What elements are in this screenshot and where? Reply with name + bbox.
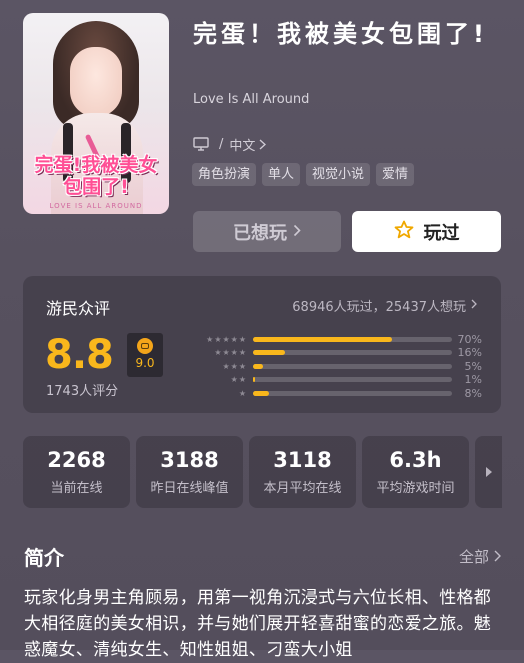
rating-bar-track	[253, 363, 452, 369]
rating-percent: 70%	[457, 333, 482, 346]
genre-tag[interactable]: 视觉小说	[306, 163, 371, 186]
play-triangle-icon	[485, 463, 493, 482]
review-label: 游民众评	[46, 299, 111, 318]
rating-bar-track	[253, 390, 452, 396]
game-title: 完蛋！我被美女包围了!	[193, 20, 488, 48]
metric-card-yesterday-peak[interactable]: 3188 昨日在线峰值	[136, 436, 243, 508]
rating-bar-fill	[253, 337, 393, 342]
review-stats-text: 68946人玩过，25437人想玩	[292, 300, 466, 315]
rating-percent: 1%	[464, 373, 482, 387]
metric-value: 3118	[273, 448, 332, 472]
rating-percent: 8%	[464, 386, 482, 400]
genre-tag[interactable]: 单人	[262, 163, 301, 186]
rating-row: ★★★★★ 70%	[183, 333, 483, 346]
intro-all-link[interactable]: 全部	[459, 546, 501, 567]
monitor-icon	[193, 137, 209, 151]
rating-percent: 16%	[457, 346, 482, 360]
rating-bar-track	[253, 337, 452, 342]
played-button-label: 玩过	[423, 222, 460, 244]
rating-percent: 5%	[464, 359, 482, 373]
cover-title-art: 完蛋!我被美女包围了!	[34, 154, 158, 198]
metric-card-current-online[interactable]: 2268 当前在线	[23, 436, 130, 508]
rating-count: 1743人评分	[46, 384, 119, 399]
rating-row: ★ 8%	[183, 387, 483, 400]
cover-subtitle-art: LOVE IS ALL AROUND	[49, 202, 143, 210]
intro-all-label: 全部	[458, 548, 489, 566]
metric-caption: 本月平均在线	[263, 481, 342, 496]
media-score-badge: 9.0	[127, 333, 163, 377]
metric-card-average-playtime[interactable]: 6.3h 平均游戏时间	[362, 436, 469, 508]
cover-face-shape	[70, 47, 122, 117]
language-label: 中文	[229, 138, 256, 154]
metric-caption: 昨日在线峰值	[150, 481, 229, 496]
rating-stars: ★	[238, 388, 247, 398]
genre-tag[interactable]: 爱情	[376, 163, 415, 186]
rating-bar-track	[253, 377, 452, 383]
rating-stars: ★★★★	[214, 348, 247, 358]
chevron-right-icon	[259, 138, 267, 150]
played-button[interactable]: 玩过	[352, 211, 501, 252]
rating-row: ★★ 1%	[183, 373, 483, 386]
review-stats-link[interactable]: 68946人玩过，25437人想玩	[292, 296, 477, 315]
rating-row: ★★★★ 16%	[183, 346, 483, 359]
intro-heading: 简介	[24, 546, 64, 570]
review-score: 8.8	[45, 332, 114, 378]
rating-stars: ★★	[230, 375, 247, 385]
chevron-right-icon	[471, 298, 477, 313]
game-english-title: Love Is All Around	[193, 92, 310, 107]
rating-bar-track	[253, 350, 452, 356]
rating-bar-fill	[253, 350, 285, 356]
rating-bar-fill	[253, 390, 269, 396]
star-outline-icon	[394, 220, 424, 244]
chevron-right-icon	[494, 548, 501, 566]
game-cover-image[interactable]: 完蛋!我被美女包围了! LOVE IS ALL AROUND	[23, 13, 169, 214]
media-score-value: 9.0	[135, 356, 155, 370]
separator: /	[219, 136, 224, 152]
metric-value: 2268	[47, 448, 106, 472]
metrics-row: 2268 当前在线 3188 昨日在线峰值 3118 本月平均在线 6.3h 平…	[23, 436, 502, 508]
metric-caption: 平均游戏时间	[376, 481, 455, 496]
metric-card-month-average[interactable]: 3118 本月平均在线	[249, 436, 356, 508]
metrics-more-button[interactable]	[475, 436, 502, 508]
review-card: 游民众评 68946人玩过，25437人想玩 8.8 9.0 1743人评分 ★…	[23, 276, 501, 413]
genre-tag[interactable]: 角色扮演	[192, 163, 257, 186]
rating-bar-fill	[253, 377, 255, 383]
metric-caption: 当前在线	[50, 481, 103, 496]
rating-distribution: ★★★★★ 70% ★★★★ 16% ★★★ 5% ★★ 1% ★ 8%	[183, 333, 483, 400]
rating-row: ★★★ 5%	[183, 360, 483, 373]
rating-stars: ★★★	[222, 361, 247, 371]
wished-button[interactable]: 已想玩	[193, 211, 341, 252]
media-score-icon	[137, 338, 153, 354]
chevron-right-icon	[287, 221, 301, 242]
wished-button-label: 已想玩	[233, 222, 287, 244]
genre-tags: 角色扮演 单人 视觉小说 爱情	[192, 163, 415, 186]
metric-value: 3188	[160, 448, 219, 472]
rating-stars: ★★★★★	[206, 335, 247, 344]
platform-language-row[interactable]: / 中文	[193, 135, 267, 154]
rating-bar-fill	[253, 363, 263, 369]
metric-value: 6.3h	[389, 448, 442, 472]
intro-text: 玩家化身男主角顾易，用第一视角沉浸式与六位长相、性格都大相径庭的美女相识，并与她…	[24, 588, 492, 660]
